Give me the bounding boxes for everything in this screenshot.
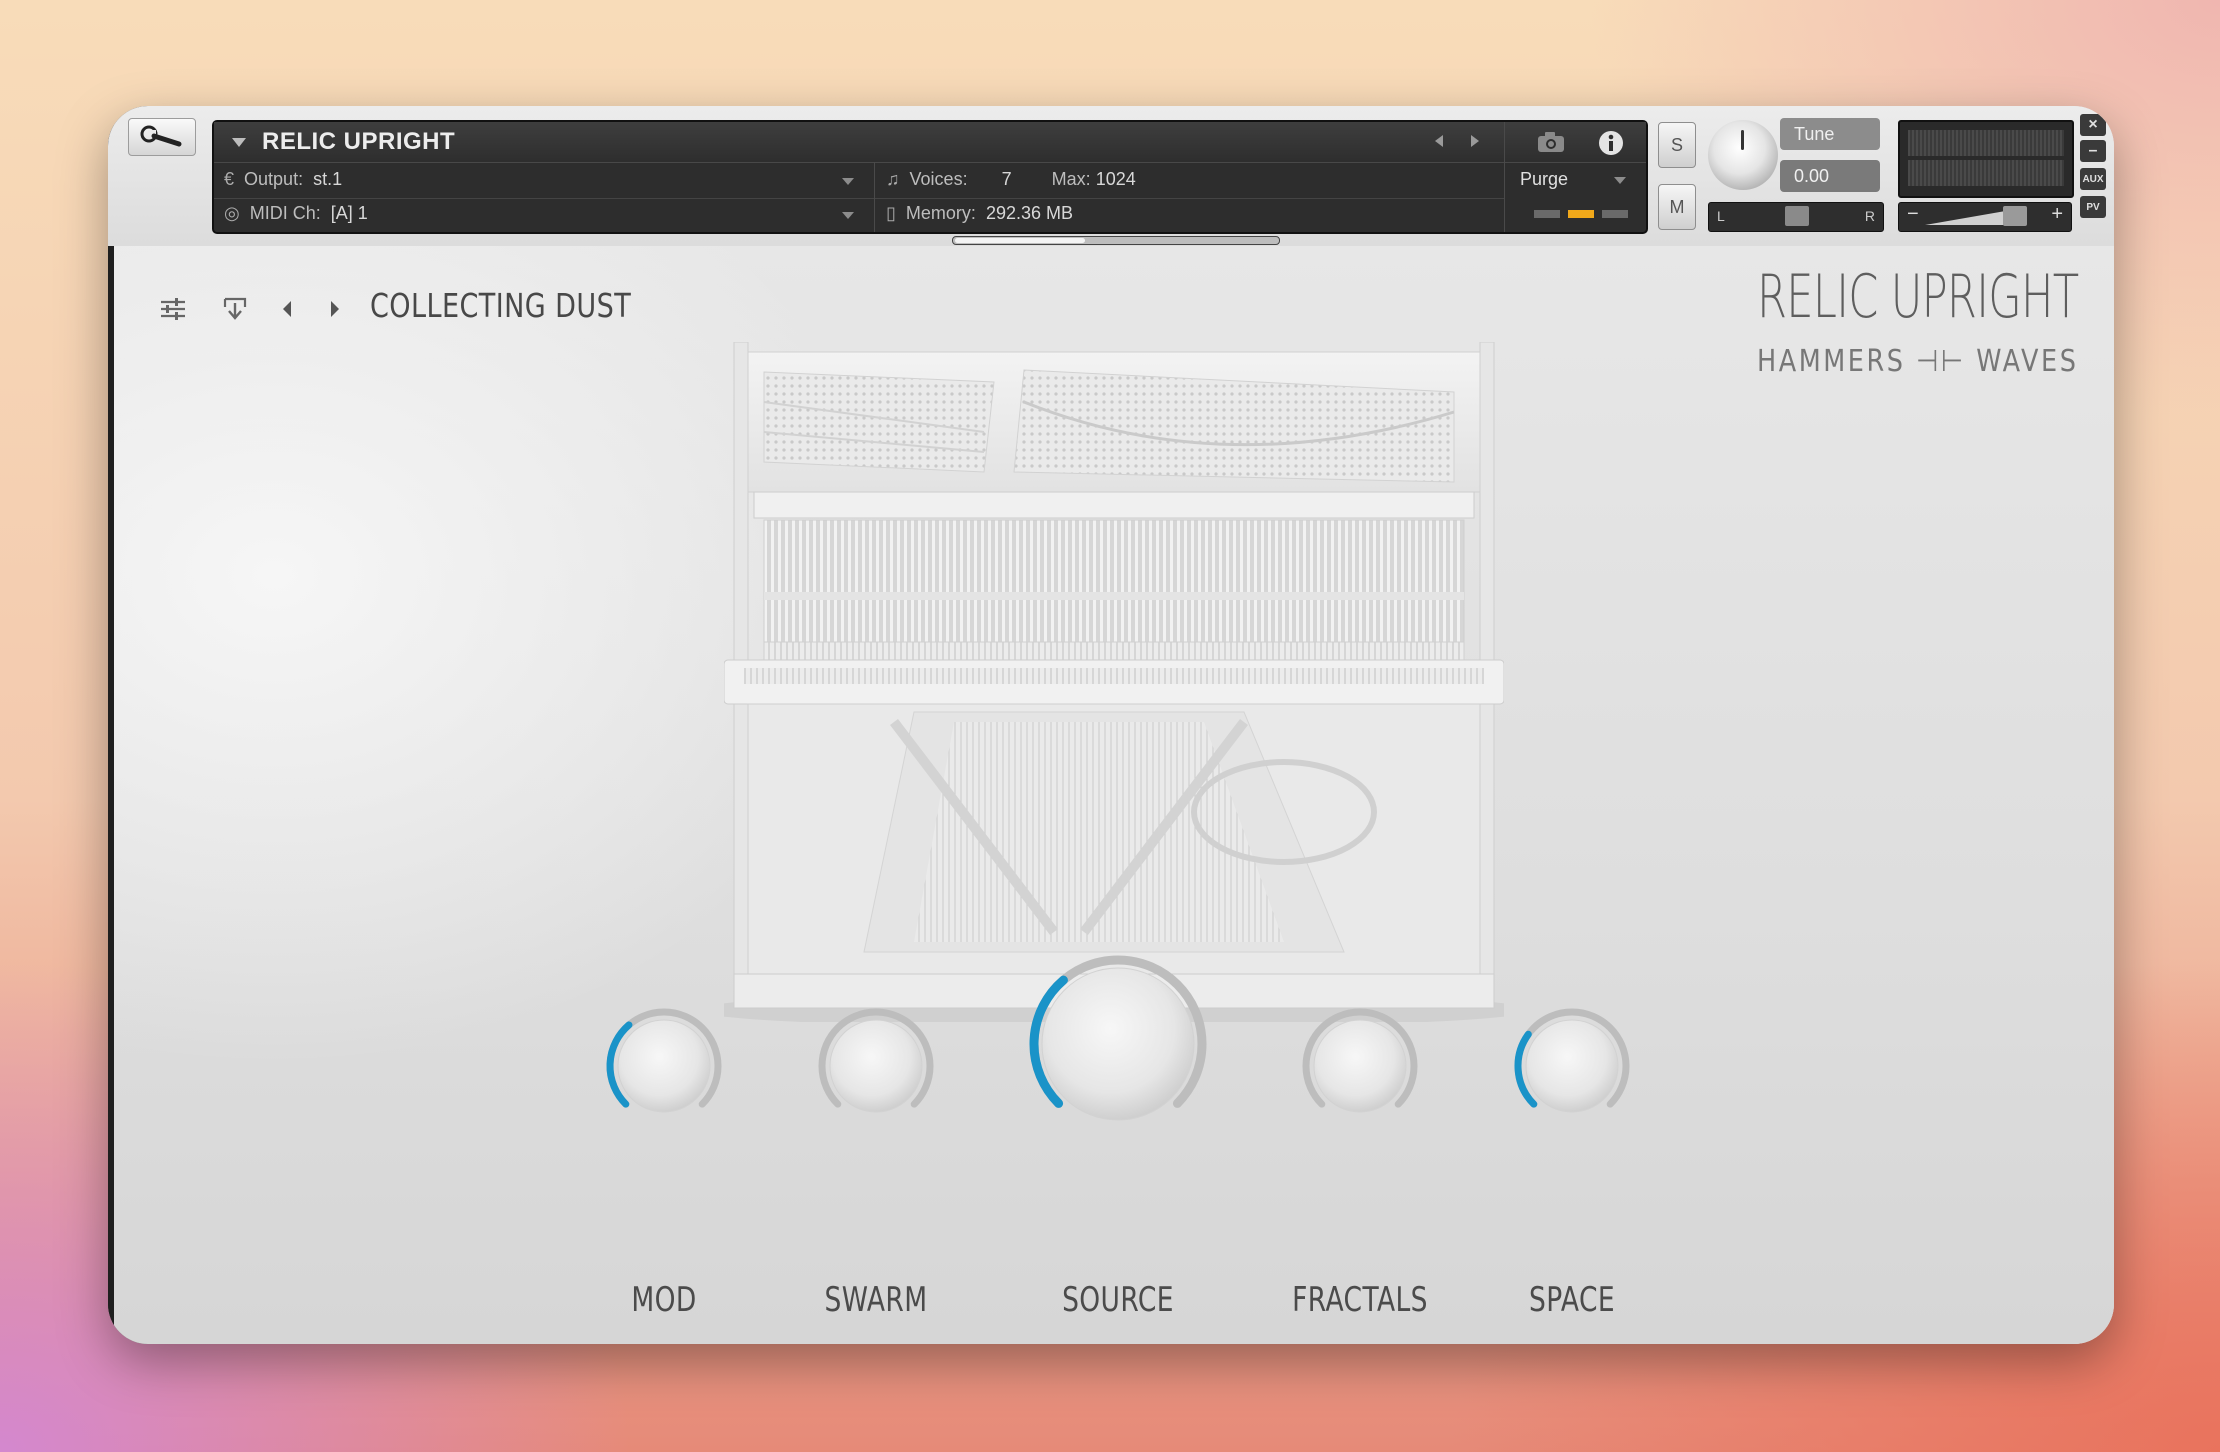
scrollbar-thumb[interactable] bbox=[955, 238, 1085, 243]
knob-space[interactable] bbox=[1510, 1004, 1634, 1128]
save-preset-icon bbox=[223, 297, 247, 320]
voices-readout: ♫ Voices: 7 Max: 1024 bbox=[886, 169, 1136, 189]
midi-channel-selector[interactable]: ◎ MIDI Ch: [A] 1 bbox=[224, 203, 368, 224]
mute-button[interactable]: M bbox=[1658, 184, 1696, 230]
knob-source[interactable] bbox=[1026, 952, 1210, 1136]
pan-handle[interactable] bbox=[1785, 206, 1809, 226]
output-selector[interactable]: € Output: st.1 bbox=[224, 169, 342, 190]
instrument-name[interactable]: RELIC UPRIGHT bbox=[262, 128, 455, 156]
knob-source-label: SOURCE bbox=[1062, 1280, 1174, 1320]
instrument-title-bar: RELIC UPRIGHT bbox=[214, 122, 1646, 163]
output-value: st.1 bbox=[313, 169, 343, 189]
pan-slider[interactable]: L R bbox=[1708, 202, 1884, 232]
purge-led-active bbox=[1568, 210, 1594, 218]
solo-button[interactable]: S bbox=[1658, 122, 1696, 168]
wrench-button[interactable] bbox=[128, 118, 196, 156]
output-dropdown-icon[interactable] bbox=[842, 178, 854, 185]
settings-button[interactable] bbox=[156, 292, 190, 326]
tune-value[interactable]: 0.00 bbox=[1780, 160, 1880, 192]
brand-subtitle: HAMMERS ⊣⊢ WAVES bbox=[1756, 344, 2078, 379]
level-meter bbox=[1898, 120, 2074, 198]
knob-swarm-label: SWARM bbox=[824, 1280, 928, 1320]
midi-icon: ◎ bbox=[224, 203, 245, 223]
close-icon[interactable]: × bbox=[2080, 114, 2106, 136]
upright-piano-image bbox=[724, 342, 1504, 1022]
minimize-icon[interactable]: – bbox=[2080, 140, 2106, 162]
next-preset-button[interactable] bbox=[318, 292, 352, 326]
knob-space-label: SPACE bbox=[1528, 1280, 1616, 1320]
level-meter-right bbox=[1908, 160, 2064, 186]
wrench-icon bbox=[140, 125, 182, 147]
volume-plus[interactable]: + bbox=[2051, 203, 2063, 226]
tune-knob[interactable] bbox=[1708, 120, 1778, 190]
chevron-right-icon bbox=[331, 301, 339, 317]
instrument-slot: RELIC UPRIGHT € Output: st.1 ◎ MIDI Ch: … bbox=[212, 120, 1648, 234]
purge-button[interactable]: Purge bbox=[1520, 169, 1568, 190]
pv-button[interactable]: PV bbox=[2080, 196, 2106, 218]
level-meter-left bbox=[1908, 130, 2064, 156]
aux-button[interactable]: AUX bbox=[2080, 168, 2106, 190]
output-label: Output: bbox=[244, 169, 304, 189]
tune-label: Tune bbox=[1780, 118, 1880, 150]
voices-icon: ♫ bbox=[886, 169, 905, 189]
knob-mod[interactable] bbox=[602, 1004, 726, 1128]
knob-swarm[interactable] bbox=[814, 1004, 938, 1128]
midi-dropdown-icon[interactable] bbox=[842, 212, 854, 219]
knob-fractals-label: FRACTALS bbox=[1292, 1280, 1428, 1320]
next-instrument-icon[interactable] bbox=[1468, 133, 1482, 149]
header-scrollbar[interactable] bbox=[952, 236, 1280, 245]
volume-handle[interactable] bbox=[2003, 206, 2027, 226]
sliders-icon bbox=[161, 298, 185, 320]
output-icon: € bbox=[224, 169, 240, 189]
previous-preset-button[interactable] bbox=[270, 292, 304, 326]
volume-slider[interactable]: − + bbox=[1898, 202, 2072, 232]
pan-right-label: R bbox=[1864, 208, 1875, 224]
memory-readout: ▯ Memory: 292.36 MB bbox=[886, 203, 1074, 223]
knob-swarm-graphic bbox=[818, 1008, 934, 1113]
knob-fractals-graphic bbox=[1302, 1008, 1418, 1113]
preset-name[interactable]: COLLECTING DUST bbox=[370, 286, 631, 325]
brand-title: RELIC UPRIGHT bbox=[1756, 262, 2079, 332]
knob-space-graphic bbox=[1514, 1008, 1630, 1113]
midi-label: MIDI Ch: bbox=[249, 203, 321, 223]
midi-value: [A] 1 bbox=[330, 203, 368, 223]
purge-led-off-2 bbox=[1602, 210, 1628, 218]
prev-instrument-icon[interactable] bbox=[1432, 133, 1446, 149]
info-icon[interactable] bbox=[1598, 130, 1624, 156]
instrument-menu-icon[interactable] bbox=[232, 138, 246, 147]
camera-icon[interactable] bbox=[1536, 130, 1566, 154]
instrument-panel: COLLECTING DUST RELIC UPRIGHT HAMMERS ⊣⊢… bbox=[114, 246, 2114, 1344]
instrument-header: RELIC UPRIGHT € Output: st.1 ◎ MIDI Ch: … bbox=[108, 106, 2114, 246]
knob-mod-label: MOD bbox=[631, 1280, 697, 1320]
chevron-left-icon bbox=[283, 301, 291, 317]
kontakt-window: RELIC UPRIGHT € Output: st.1 ◎ MIDI Ch: … bbox=[108, 106, 2114, 1344]
knob-source-graphic bbox=[1029, 955, 1207, 1121]
knob-fractals[interactable] bbox=[1298, 1004, 1422, 1128]
pan-left-label: L bbox=[1717, 208, 1725, 224]
volume-minus[interactable]: − bbox=[1907, 203, 1919, 226]
memory-icon: ▯ bbox=[886, 203, 901, 223]
purge-led-off-1 bbox=[1534, 210, 1560, 218]
purge-dropdown-icon[interactable] bbox=[1614, 177, 1626, 184]
brand-logo: RELIC UPRIGHT HAMMERS ⊣⊢ WAVES bbox=[1632, 262, 2079, 379]
save-preset-button[interactable] bbox=[218, 292, 252, 326]
knob-mod-graphic bbox=[606, 1008, 722, 1113]
